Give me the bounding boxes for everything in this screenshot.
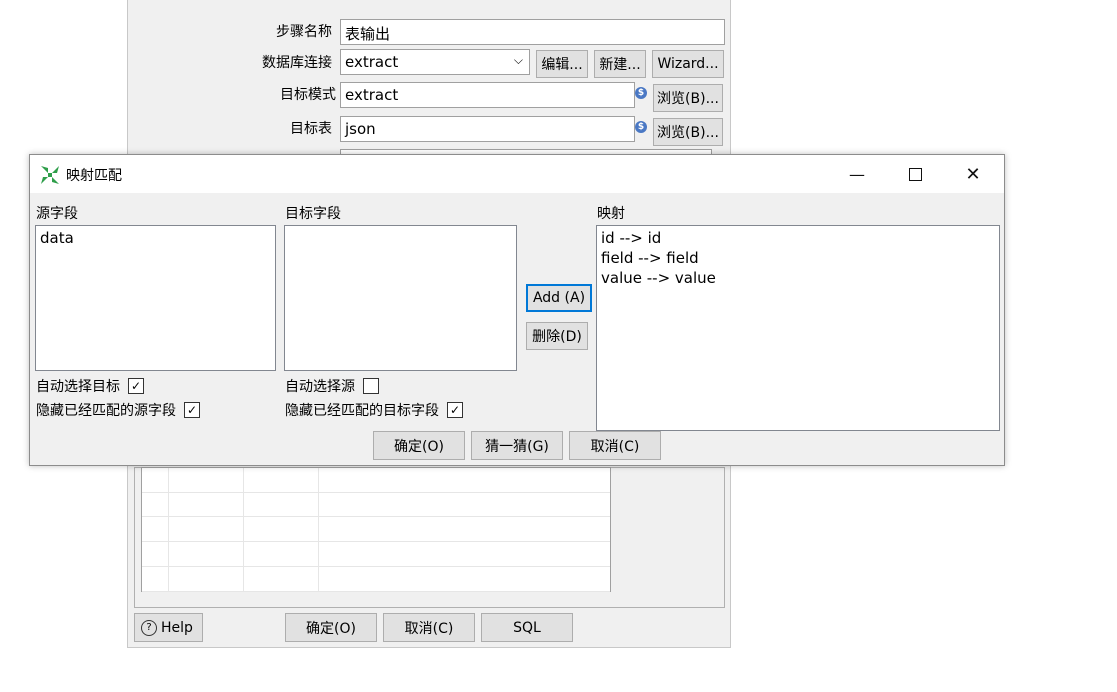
target-fields-label: 目标字段 — [285, 206, 341, 222]
list-item[interactable]: value --> value — [601, 268, 995, 288]
mappings-label: 映射 — [597, 206, 625, 222]
title-bar[interactable]: 映射匹配 — ✕ — [30, 155, 1004, 193]
source-fields-label: 源字段 — [36, 206, 78, 222]
browse-schema-button[interactable]: 浏览(B)... — [653, 84, 723, 112]
table-row — [142, 542, 610, 567]
hide-matched-target-label: 隐藏已经匹配的目标字段 — [285, 403, 439, 419]
cancel-button[interactable]: 取消(C) — [383, 613, 475, 642]
db-connection-value: extract — [345, 53, 399, 71]
fields-table[interactable] — [141, 467, 611, 592]
variable-icon: $ — [635, 121, 647, 133]
step-name-label: 步骤名称 — [276, 24, 332, 40]
wizard-button[interactable]: Wizard... — [652, 50, 724, 78]
auto-select-source-label: 自动选择源 — [285, 379, 355, 395]
hide-matched-source-label: 隐藏已经匹配的源字段 — [36, 403, 176, 419]
mapping-dialog: 映射匹配 — ✕ 源字段 data 目标字段 Add (A) 删除(D) 映射 … — [29, 154, 1005, 466]
cancel-button[interactable]: 取消(C) — [569, 431, 661, 460]
list-item[interactable]: id --> id — [601, 228, 995, 248]
table-row — [142, 492, 610, 517]
ok-button[interactable]: 确定(O) — [373, 431, 465, 460]
auto-select-target-option[interactable]: 自动选择目标 ✓ — [36, 376, 144, 396]
hide-matched-source-option[interactable]: 隐藏已经匹配的源字段 ✓ — [36, 400, 200, 420]
source-fields-list[interactable]: data — [35, 225, 276, 371]
target-schema-input[interactable]: extract — [340, 82, 635, 108]
auto-select-source-option[interactable]: 自动选择源 — [285, 376, 379, 396]
browse-table-button[interactable]: 浏览(B)... — [653, 118, 723, 146]
chevron-down-icon: ⌵ — [513, 53, 523, 67]
mapping-app-icon — [41, 166, 59, 184]
table-column — [243, 468, 244, 591]
step-name-input[interactable]: 表输出 — [340, 19, 725, 45]
help-button-label: Help — [161, 619, 193, 636]
mappings-list[interactable]: id --> id field --> field value --> valu… — [596, 225, 1000, 431]
hide-matched-source-checkbox[interactable]: ✓ — [184, 402, 200, 418]
add-mapping-button[interactable]: Add (A) — [526, 284, 592, 312]
target-table-label: 目标表 — [290, 121, 332, 137]
auto-select-target-label: 自动选择目标 — [36, 379, 120, 395]
minimize-icon[interactable]: — — [834, 155, 880, 193]
list-item[interactable]: data — [40, 228, 271, 248]
table-column — [318, 468, 319, 591]
list-item[interactable]: field --> field — [601, 248, 995, 268]
table-row — [142, 567, 610, 592]
table-column — [168, 468, 169, 591]
auto-select-source-checkbox[interactable] — [363, 378, 379, 394]
table-row — [142, 517, 610, 542]
help-icon: ? — [141, 619, 157, 636]
target-schema-label: 目标模式 — [280, 87, 336, 103]
guess-button[interactable]: 猜一猜(G) — [471, 431, 563, 460]
target-table-input[interactable]: json — [340, 116, 635, 142]
auto-select-target-checkbox[interactable]: ✓ — [128, 378, 144, 394]
maximize-icon[interactable] — [892, 155, 938, 193]
ok-button[interactable]: 确定(O) — [285, 613, 377, 642]
variable-icon: $ — [635, 87, 647, 99]
edit-connection-button[interactable]: 编辑... — [536, 50, 588, 78]
target-fields-list[interactable] — [284, 225, 517, 371]
db-connection-select[interactable]: extract ⌵ — [340, 49, 530, 75]
hide-matched-target-option[interactable]: 隐藏已经匹配的目标字段 ✓ — [285, 400, 463, 420]
table-row — [142, 468, 610, 493]
delete-mapping-button[interactable]: 删除(D) — [526, 322, 588, 350]
sql-button[interactable]: SQL — [481, 613, 573, 642]
hide-matched-target-checkbox[interactable]: ✓ — [447, 402, 463, 418]
dialog-title: 映射匹配 — [66, 168, 122, 184]
db-connection-label: 数据库连接 — [262, 55, 332, 71]
close-icon[interactable]: ✕ — [950, 155, 996, 193]
new-connection-button[interactable]: 新建... — [594, 50, 646, 78]
help-button[interactable]: ? Help — [134, 613, 203, 642]
